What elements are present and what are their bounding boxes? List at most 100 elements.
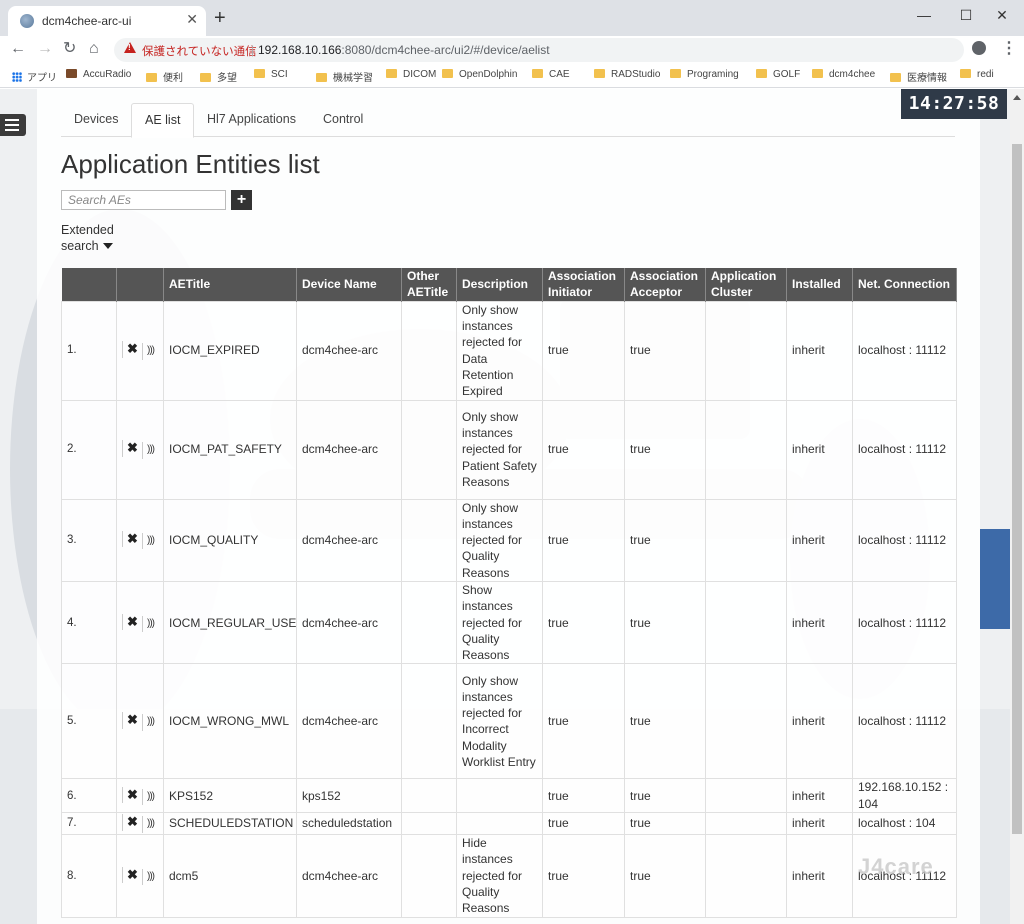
delete-icon[interactable]: ✖ <box>122 531 142 548</box>
cell-other-aetitle <box>401 778 457 814</box>
bookmark-label: 機械学習 <box>333 73 373 84</box>
table-row[interactable]: 7. ✖))) SCHEDULEDSTATION scheduledstation t… <box>61 812 957 836</box>
folder-icon <box>146 73 157 82</box>
cell-description: Hide instances rejected for Quality Reas… <box>456 834 543 918</box>
bookmark-item[interactable]: DICOM <box>386 69 436 85</box>
scroll-up-icon[interactable] <box>1013 95 1021 100</box>
delete-icon[interactable]: ✖ <box>122 341 142 358</box>
url-text[interactable]: 192.168.10.166:8080/dcm4chee-arc/ui2/#/d… <box>258 43 550 57</box>
header-installed[interactable]: Installed <box>786 268 853 301</box>
cell-association-acceptor: true <box>624 812 706 836</box>
bookmark-item[interactable]: Programing <box>670 69 739 85</box>
bookmark-item[interactable]: AccuRadio <box>66 69 131 85</box>
echo-signal-icon[interactable]: ))) <box>142 816 158 833</box>
echo-signal-icon[interactable]: ))) <box>142 714 158 731</box>
table-row[interactable]: 6. ✖))) KPS152 kps152 true true inherit 192.16… <box>61 778 957 814</box>
bookmark-item[interactable]: GOLF <box>756 69 800 85</box>
vertical-scrollbar[interactable] <box>1010 89 1024 924</box>
tab-ae-list[interactable]: AE list <box>131 103 195 138</box>
header-actions <box>116 268 164 301</box>
warning-icon <box>124 42 136 53</box>
tab-hl7-applications[interactable]: Hl7 Applications <box>194 103 309 138</box>
table-row[interactable]: 1. ✖))) IOCM_EXPIRED dcm4chee-arc Only show… <box>61 300 957 401</box>
delete-icon[interactable]: ✖ <box>122 712 142 729</box>
forward-arrow-icon[interactable]: → <box>37 39 53 59</box>
bookmark-item[interactable]: 便利 <box>146 69 183 85</box>
table-row[interactable]: 8. ✖))) dcm5 dcm4chee-arc Hide instances re… <box>61 834 957 918</box>
cell-net-connection: localhost : 11112 <box>852 300 957 401</box>
browser-menu-icon[interactable]: ⋮ <box>1001 38 1017 58</box>
tab-control[interactable]: Control <box>310 103 376 138</box>
back-arrow-icon[interactable]: ← <box>10 39 26 59</box>
header-description[interactable]: Description <box>456 268 543 301</box>
scrollbar-thumb[interactable] <box>1012 144 1022 834</box>
cell-device-name: dcm4chee-arc <box>296 498 402 582</box>
extended-search-toggle[interactable]: Extended search <box>61 222 114 254</box>
row-actions: ✖))) <box>116 663 164 780</box>
home-icon[interactable]: ⌂ <box>89 39 99 59</box>
echo-signal-icon[interactable]: ))) <box>142 442 158 459</box>
hamburger-menu-icon[interactable] <box>0 114 26 136</box>
delete-icon[interactable]: ✖ <box>122 866 142 883</box>
cell-description <box>456 778 543 814</box>
cell-net-connection: localhost : 11112 <box>852 663 957 780</box>
cell-association-initiator: true <box>542 498 625 582</box>
bookmark-item[interactable]: 医療情報 <box>890 69 947 85</box>
bookmark-item[interactable]: dcm4chee <box>812 69 875 85</box>
tab-close-icon[interactable]: ✕ <box>186 11 198 28</box>
address-bar[interactable]: 保護されていない通信 | 192.168.10.166:8080/dcm4che… <box>114 38 964 62</box>
cell-other-aetitle <box>401 812 457 836</box>
cell-description <box>456 812 543 836</box>
delete-icon[interactable]: ✖ <box>122 613 142 630</box>
cell-installed: inherit <box>786 834 853 918</box>
echo-signal-icon[interactable]: ))) <box>142 868 158 885</box>
cell-application-cluster <box>705 498 787 582</box>
cell-installed: inherit <box>786 399 853 500</box>
header-association-acceptor[interactable]: Association Acceptor <box>624 268 706 301</box>
header-device-name[interactable]: Device Name <box>296 268 402 301</box>
add-ae-button[interactable]: + <box>231 190 252 210</box>
bookmark-item[interactable]: SCI <box>254 69 288 85</box>
table-row[interactable]: 4. ✖))) IOCM_REGULAR_USE dcm4chee-arc Show … <box>61 580 957 665</box>
cell-aetitle: IOCM_WRONG_MWL <box>163 663 297 780</box>
bookmark-item[interactable]: redi <box>960 69 994 85</box>
maximize-button[interactable]: ☐ <box>948 2 984 28</box>
account-icon[interactable] <box>972 41 986 55</box>
minimize-button[interactable]: — <box>906 2 942 28</box>
delete-icon[interactable]: ✖ <box>122 786 142 803</box>
bookmark-item[interactable]: CAE <box>532 69 570 85</box>
table-row[interactable]: 5. ✖))) IOCM_WRONG_MWL dcm4chee-arc Only sh… <box>61 663 957 780</box>
bookmark-item[interactable]: 多望 <box>200 69 237 85</box>
header-aetitle[interactable]: AETitle <box>163 268 297 301</box>
bookmark-item[interactable]: 機械学習 <box>316 69 373 85</box>
bookmark-item[interactable]: RADStudio <box>594 69 660 85</box>
cell-aetitle: SCHEDULEDSTATION <box>163 812 297 836</box>
folder-icon <box>316 73 327 82</box>
cell-association-acceptor: true <box>624 399 706 500</box>
echo-signal-icon[interactable]: ))) <box>142 343 158 360</box>
table-row[interactable]: 2. ✖))) IOCM_PAT_SAFETY dcm4chee-arc Only s… <box>61 399 957 500</box>
table-row[interactable]: 3. ✖))) IOCM_QUALITY dcm4chee-arc Only show… <box>61 498 957 582</box>
security-warning[interactable]: 保護されていない通信 <box>142 43 257 59</box>
delete-icon[interactable]: ✖ <box>122 814 142 831</box>
delete-icon[interactable]: ✖ <box>122 440 142 457</box>
folder-icon <box>890 73 901 82</box>
echo-signal-icon[interactable]: ))) <box>142 533 158 550</box>
echo-signal-icon[interactable]: ))) <box>142 615 158 632</box>
header-application-cluster[interactable]: Application Cluster <box>705 268 787 301</box>
header-net-connection[interactable]: Net. Connection <box>852 268 957 301</box>
bookmark-item[interactable]: アプリ <box>12 69 57 85</box>
browser-tab[interactable]: dcm4chee-arc-ui ✕ <box>8 6 206 36</box>
search-input[interactable] <box>61 190 226 210</box>
bookmark-item[interactable]: OpenDolphin <box>442 69 517 85</box>
tab-devices[interactable]: Devices <box>61 103 131 138</box>
echo-signal-icon[interactable]: ))) <box>142 788 158 805</box>
header-association-initiator[interactable]: Association Initiator <box>542 268 625 301</box>
new-tab-button[interactable]: + <box>214 8 226 28</box>
header-other-aetitle[interactable]: Other AETitle <box>401 268 457 301</box>
reload-icon[interactable]: ↻ <box>63 39 76 59</box>
row-actions: ✖))) <box>116 812 164 836</box>
window-close-button[interactable]: ✕ <box>984 2 1020 28</box>
row-actions: ✖))) <box>116 778 164 814</box>
row-number: 6. <box>61 778 117 814</box>
